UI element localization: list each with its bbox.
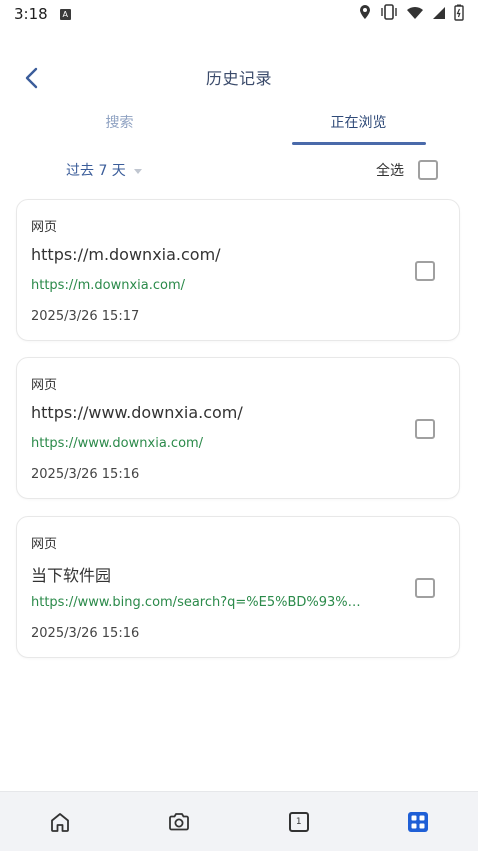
- camera-button[interactable]: [159, 802, 199, 842]
- menu-button[interactable]: [398, 802, 438, 842]
- history-card[interactable]: 网页 https://m.downxia.com/ https://m.down…: [16, 199, 460, 341]
- entry-type: 网页: [31, 378, 58, 393]
- status-left: 3:18 A: [14, 5, 71, 23]
- entry-checkbox[interactable]: [415, 419, 435, 439]
- history-card[interactable]: 网页 当下软件园 https://www.bing.com/search?q=%…: [16, 516, 460, 658]
- chevron-left-icon: [25, 67, 38, 89]
- wifi-icon: [406, 5, 424, 24]
- entry-url[interactable]: https://www.bing.com/search?q=%E5%BD%93%…: [31, 595, 361, 610]
- home-button[interactable]: [40, 802, 80, 842]
- filter-row: 过去 7 天 全选: [0, 154, 478, 186]
- notification-badge-icon: A: [59, 8, 71, 20]
- entry-title: 当下软件园: [31, 566, 112, 585]
- back-button[interactable]: [18, 64, 46, 92]
- entry-checkbox[interactable]: [415, 261, 435, 281]
- page-title: 历史记录: [205, 69, 272, 88]
- entry-time: 2025/3/26 15:17: [31, 309, 140, 324]
- tab-search[interactable]: 搜索: [0, 104, 239, 148]
- location-icon: [358, 4, 372, 24]
- select-all-label: 全选: [376, 163, 404, 179]
- select-all: 全选: [376, 160, 438, 180]
- entry-time: 2025/3/26 15:16: [31, 467, 140, 482]
- tab-bar: 搜索 正在浏览: [0, 104, 478, 148]
- status-right: [358, 4, 464, 25]
- date-range-label: 过去 7 天: [66, 163, 126, 179]
- history-card[interactable]: 网页 https://www.downxia.com/ https://www.…: [16, 357, 460, 499]
- tabs-icon: 1: [288, 812, 309, 832]
- tabs-button[interactable]: 1: [279, 802, 319, 842]
- entry-title: https://www.downxia.com/: [31, 403, 243, 422]
- caret-down-icon: [133, 168, 142, 174]
- signal-icon: [432, 5, 446, 24]
- entry-url[interactable]: https://www.downxia.com/: [31, 436, 203, 451]
- menu-grid-icon: [408, 812, 429, 832]
- entry-type: 网页: [31, 537, 58, 552]
- header: 历史记录: [0, 52, 478, 102]
- tab-browsing[interactable]: 正在浏览: [239, 104, 478, 148]
- history-screen: 3:18 A 历史记录 搜索 正在浏览 过去 7 天 全选 网页 https:/…: [0, 0, 478, 851]
- entry-type: 网页: [31, 220, 58, 235]
- status-time: 3:18: [14, 5, 48, 23]
- bottom-nav: 1: [0, 791, 478, 851]
- entry-checkbox[interactable]: [415, 578, 435, 598]
- status-bar: 3:18 A: [0, 0, 478, 28]
- select-all-checkbox[interactable]: [418, 160, 438, 180]
- entry-title: https://m.downxia.com/: [31, 245, 221, 264]
- camera-icon: [169, 813, 190, 831]
- entry-time: 2025/3/26 15:16: [31, 626, 140, 641]
- active-tab-indicator: [291, 142, 426, 145]
- tab-search-label: 搜索: [105, 115, 134, 131]
- tab-browsing-label: 正在浏览: [330, 115, 387, 131]
- date-range-dropdown[interactable]: 过去 7 天: [66, 160, 142, 180]
- home-icon: [50, 813, 69, 832]
- entry-url[interactable]: https://m.downxia.com/: [31, 278, 185, 293]
- vibrate-icon: [380, 4, 398, 24]
- battery-icon: [454, 4, 464, 25]
